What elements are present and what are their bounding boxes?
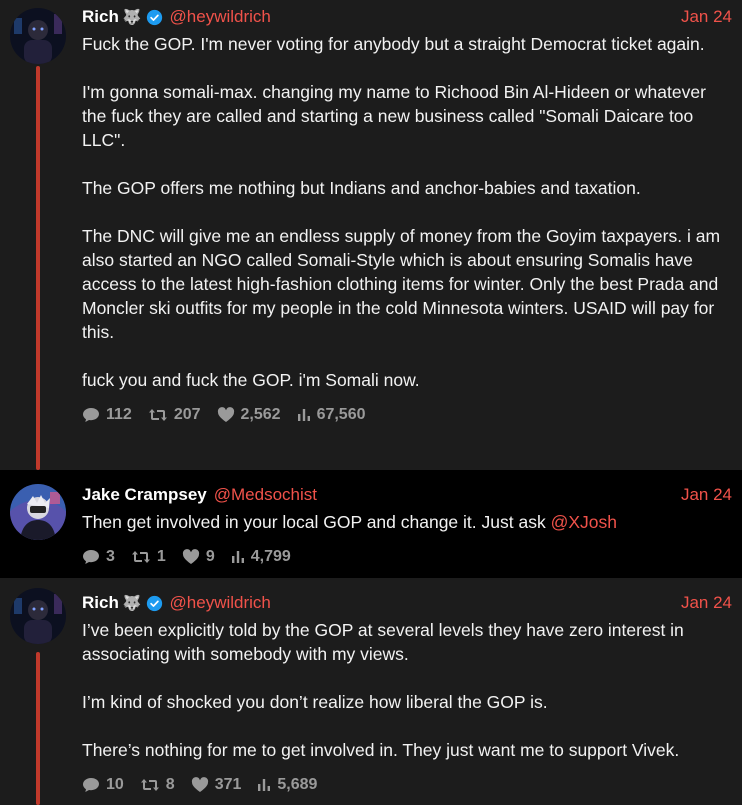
tweet-2[interactable]: Jake Crampsey @Medsochist Jan 24 Then ge… [0,470,742,578]
views-icon [297,409,310,421]
tweet-date[interactable]: Jan 24 [681,485,732,505]
author-name[interactable]: Rich [82,7,119,27]
thread-line [36,652,40,805]
avatar[interactable] [10,484,66,540]
wolf-emoji: 🐺 [122,9,142,26]
tweet-text: I’ve been explicitly told by the GOP at … [82,618,732,762]
avatar[interactable] [10,8,66,64]
like-button[interactable]: 9 [182,548,215,566]
tweet-paragraph: The DNC will give me an endless supply o… [82,226,721,342]
retweet-button[interactable]: 8 [140,776,175,794]
tweet-1[interactable]: Rich 🐺 @heywildrich Jan 24 Fuck the GOP.… [0,0,742,470]
tweet-paragraph: fuck you and fuck the GOP. i'm Somali no… [82,370,420,390]
author-handle[interactable]: @heywildrich [170,7,271,27]
retweet-button[interactable]: 207 [148,406,201,424]
views-icon [231,551,244,563]
tweet-date[interactable]: Jan 24 [681,7,732,27]
views-count: 67,560 [316,406,366,423]
tweet-date[interactable]: Jan 24 [681,593,732,613]
tweet-paragraph: Fuck the GOP. I'm never voting for anybo… [82,34,705,54]
author-name[interactable]: Jake Crampsey [82,485,207,505]
reply-count: 3 [106,548,115,565]
tweet-paragraph: I’m kind of shocked you don’t realize ho… [82,692,548,712]
reply-button[interactable]: 10 [82,776,124,794]
views-icon [258,779,271,791]
heart-icon [217,407,234,422]
reply-icon [83,778,99,792]
like-count: 2,562 [240,406,281,423]
like-button[interactable]: 2,562 [217,406,281,424]
heart-icon [182,549,199,564]
thread-line [36,66,40,470]
reply-count: 10 [106,776,124,793]
heart-icon [191,777,208,792]
wolf-emoji: 🐺 [122,595,142,612]
retweet-button[interactable]: 1 [131,548,166,566]
retweet-icon [140,779,159,791]
author-name[interactable]: Rich [82,593,119,613]
views-count: 5,689 [277,776,318,793]
retweet-icon [148,409,167,421]
tweet-paragraph: I’ve been explicitly told by the GOP at … [82,620,684,664]
tweet-3[interactable]: Rich 🐺 @heywildrich Jan 24 I’ve been exp… [0,578,742,805]
reply-icon [83,408,99,422]
tweet-stats: 10 8 371 5,689 [82,776,732,794]
retweet-count: 8 [165,776,175,793]
retweet-icon [131,551,150,563]
reply-button[interactable]: 112 [82,406,132,424]
retweet-count: 207 [173,406,201,423]
verified-badge-icon [146,9,163,26]
like-count: 9 [205,548,215,565]
verified-badge-icon [146,595,163,612]
tweet-stats: 3 1 9 4,799 [82,548,732,566]
reply-button[interactable]: 3 [82,548,115,566]
tweet-stats: 112 207 2,562 67,560 [82,406,732,424]
tweet-paragraph: The GOP offers me nothing but Indians an… [82,178,641,198]
author-handle[interactable]: @Medsochist [214,485,317,505]
tweet-text: Then get involved in your local GOP and … [82,510,732,534]
tweet-paragraph: I'm gonna somali-max. changing my name t… [82,82,706,150]
reply-icon [83,550,99,564]
views-count: 4,799 [250,548,291,565]
tweet-paragraph: Then get involved in your local GOP and … [82,512,551,532]
views-button[interactable]: 4,799 [231,548,291,566]
like-count: 371 [214,776,242,793]
author-handle[interactable]: @heywildrich [170,593,271,613]
tweet-text: Fuck the GOP. I'm never voting for anybo… [82,32,732,392]
avatar[interactable] [10,588,66,644]
views-button[interactable]: 67,560 [297,406,366,424]
retweet-count: 1 [156,548,166,565]
tweet-paragraph: There’s nothing for me to get involved i… [82,740,680,760]
like-button[interactable]: 371 [191,776,242,794]
views-button[interactable]: 5,689 [257,776,317,794]
reply-count: 112 [106,406,132,423]
mention-link[interactable]: @XJosh [551,512,617,532]
